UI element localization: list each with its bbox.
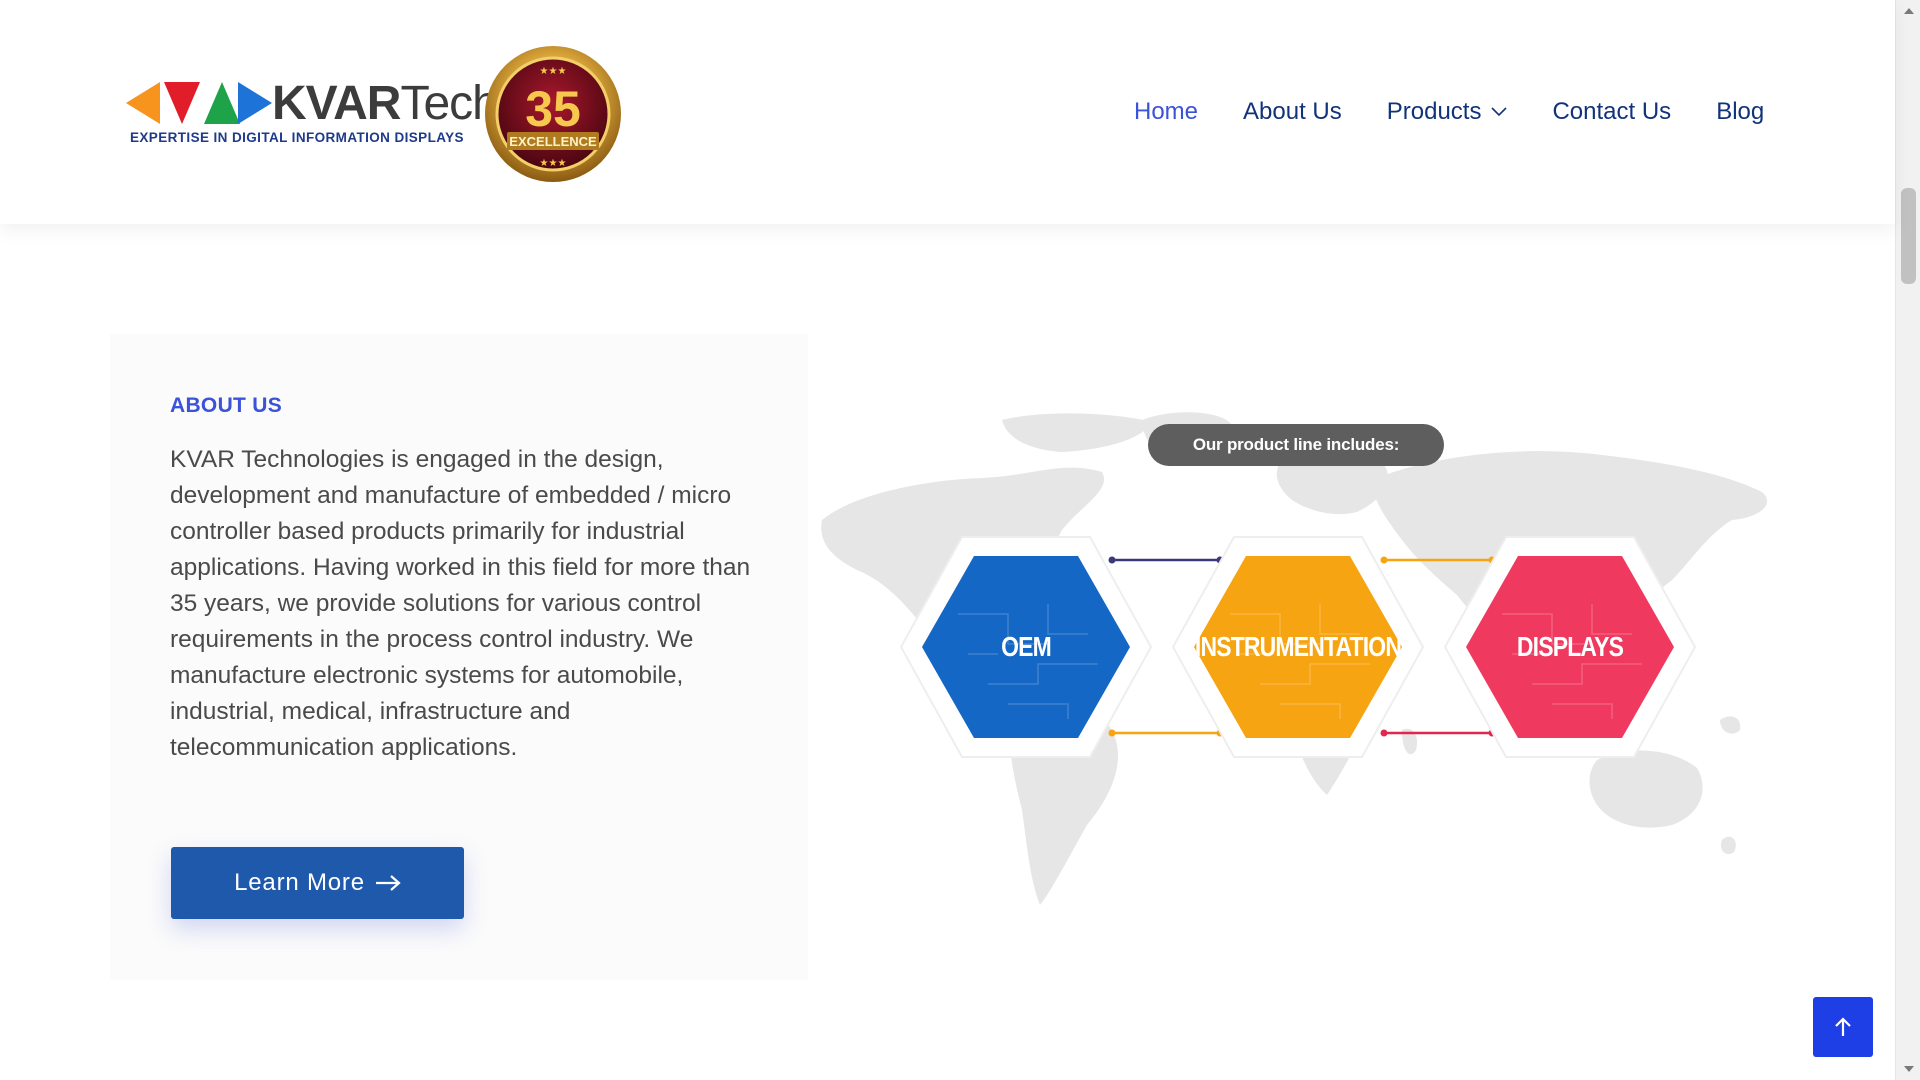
logo-tagline: EXPERTISE IN DIGITAL INFORMATION DISPLAY… (130, 130, 464, 145)
product-hex-displays[interactable]: DISPLAYS (1442, 534, 1698, 760)
logo-triangles-icon (126, 82, 272, 124)
chevron-down-icon (1491, 107, 1508, 117)
about-description: KVAR Technologies is engaged in the desi… (170, 446, 751, 761)
nav-blog[interactable]: Blog (1716, 98, 1764, 126)
arrow-right-icon (375, 875, 401, 891)
site-header: KVARTech EXPERTISE IN DIGITAL INFORMATIO… (0, 0, 1895, 224)
page-scrollbar[interactable] (1895, 0, 1920, 1080)
nav-about-us[interactable]: About Us (1243, 98, 1342, 126)
badge-stars-icon: ★★★ (540, 158, 567, 169)
product-label-displays: DISPLAYS (1516, 631, 1624, 662)
nav-home-label: Home (1134, 98, 1199, 125)
scrollbar-thumb[interactable] (1901, 188, 1916, 284)
arrow-up-icon (1835, 1017, 1851, 1036)
logo-wordmark: KVARTech (272, 77, 499, 130)
product-label-instrumentation: INSTRUMENTATION (1194, 631, 1402, 662)
anniversary-badge: 35 EXCELLENCE ★★★ ★★★ (485, 46, 621, 182)
section-label: ABOUT US (170, 394, 283, 417)
scroll-down-icon[interactable] (1904, 1066, 1914, 1072)
product-hex-instrumentation[interactable]: INSTRUMENTATION (1170, 534, 1426, 760)
nav-home[interactable]: Home (1134, 98, 1198, 126)
badge-number: 35 (525, 81, 581, 137)
nav-contact-us[interactable]: Contact Us (1552, 98, 1671, 126)
nav-products[interactable]: Products (1387, 98, 1508, 126)
product-hex-oem[interactable]: OEM (898, 534, 1154, 760)
nav-blog-label: Blog (1716, 98, 1765, 125)
learn-more-button[interactable]: Learn More (171, 847, 464, 919)
scroll-up-icon[interactable] (1904, 8, 1914, 14)
about-section: ABOUT US KVAR Technologies is engaged in… (110, 334, 808, 980)
nav-products-label: Products (1386, 98, 1482, 125)
back-to-top-button[interactable] (1813, 997, 1873, 1057)
site-logo[interactable]: KVARTech EXPERTISE IN DIGITAL INFORMATIO… (126, 44, 626, 184)
learn-more-label: Learn More (234, 869, 365, 896)
main-nav: Home About Us Products Contact Us Blog (1134, 96, 1764, 128)
product-label-oem: OEM (1001, 631, 1052, 662)
logo-word-kvar: KVAR (272, 77, 401, 130)
product-line-infographic: Our product line includes: OEM INSTRUMEN (812, 400, 1782, 920)
nav-about-us-label: About Us (1243, 98, 1342, 125)
badge-stars-icon: ★★★ (540, 66, 567, 77)
nav-contact-us-label: Contact Us (1552, 98, 1672, 125)
badge-text: EXCELLENCE (509, 134, 597, 149)
